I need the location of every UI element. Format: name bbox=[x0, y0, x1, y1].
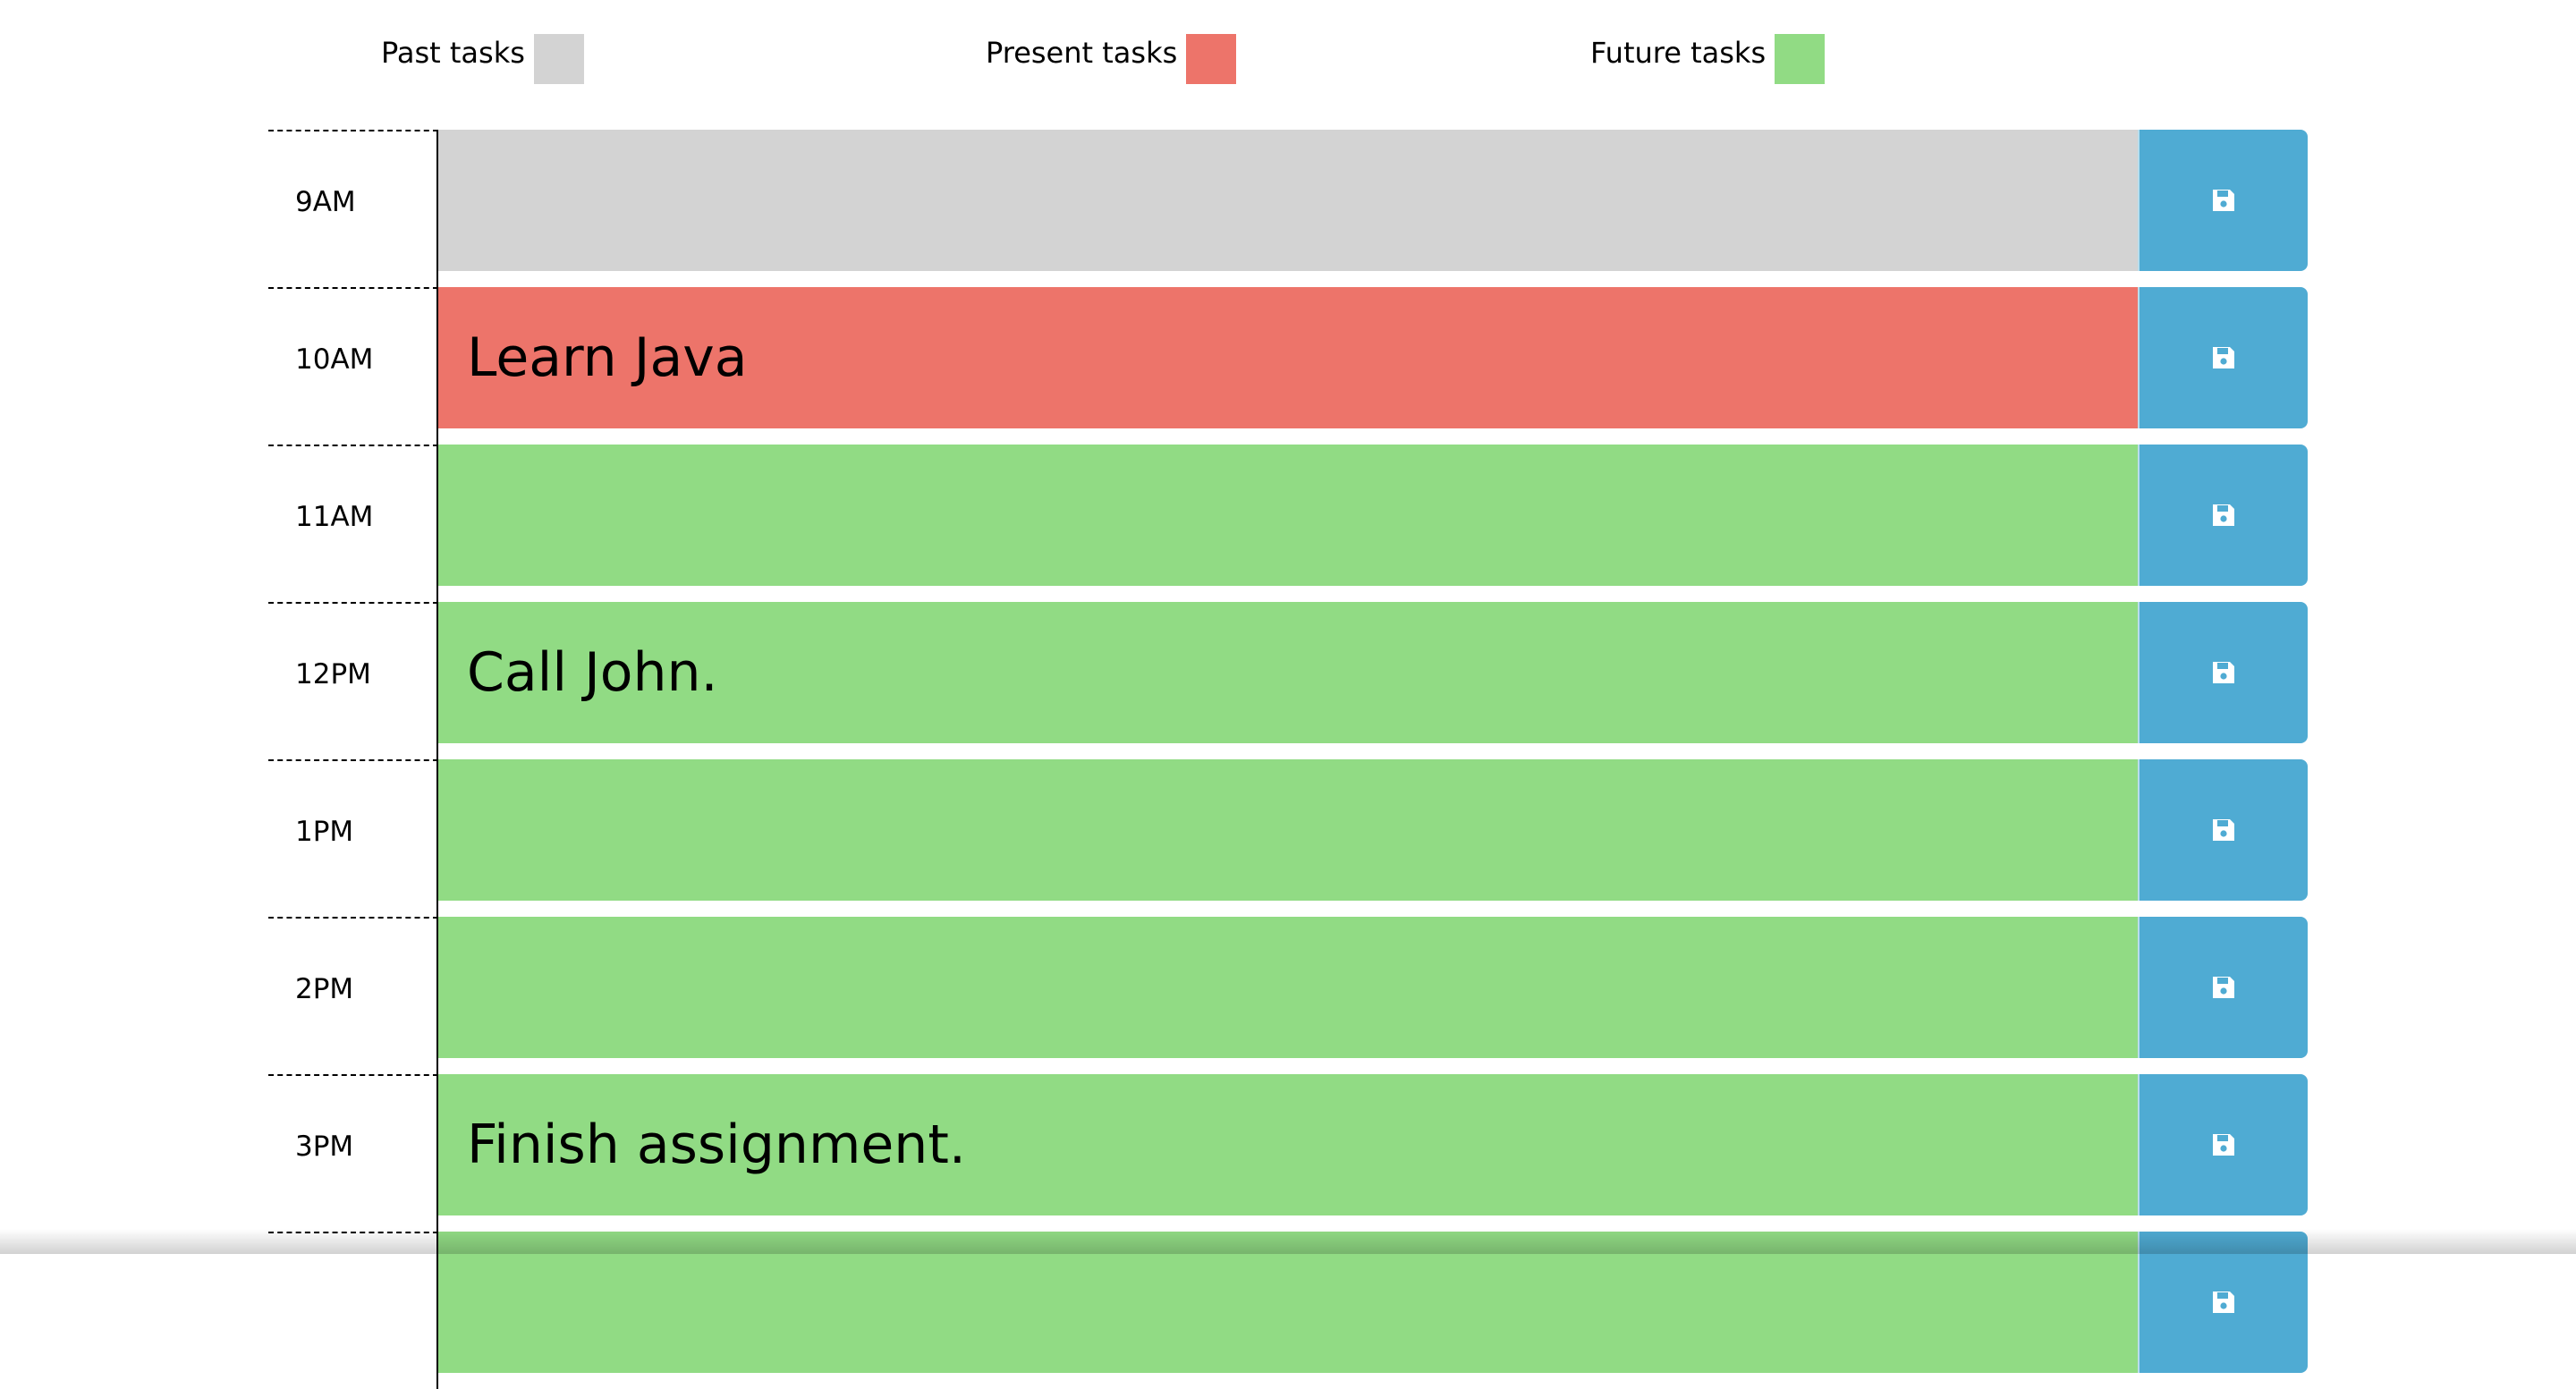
floppy-disk-icon bbox=[2213, 1292, 2234, 1313]
save-button[interactable] bbox=[2138, 130, 2308, 271]
legend-past: Past tasks bbox=[381, 34, 584, 84]
save-button[interactable] bbox=[2138, 1232, 2308, 1373]
hour-cell: 3PM bbox=[268, 1074, 438, 1232]
hour-cell: 1PM bbox=[268, 759, 438, 917]
time-block-row: 9AM bbox=[268, 130, 2308, 287]
task-textarea[interactable] bbox=[438, 1232, 2138, 1373]
time-block-row: 10AM Learn Java bbox=[268, 287, 2308, 445]
time-block-row: 12PM Call John. bbox=[268, 602, 2308, 759]
legend-present-label: Present tasks bbox=[986, 36, 1178, 70]
hour-cell: 11AM bbox=[268, 445, 438, 602]
save-button[interactable] bbox=[2138, 602, 2308, 743]
save-button[interactable] bbox=[2138, 445, 2308, 586]
day-planner: 9AM 10AM Learn Java 11AM 12PM Call John. 1PM 2P… bbox=[268, 130, 2308, 1389]
hour-label: 12PM bbox=[295, 658, 371, 690]
hour-cell bbox=[268, 1232, 438, 1389]
task-textarea[interactable]: Call John. bbox=[438, 602, 2138, 743]
save-button[interactable] bbox=[2138, 759, 2308, 901]
floppy-disk-icon bbox=[2213, 977, 2234, 998]
task-text: Learn Java bbox=[467, 326, 748, 389]
legend-past-label: Past tasks bbox=[381, 36, 525, 70]
hour-label: 11AM bbox=[295, 501, 374, 533]
floppy-disk-icon bbox=[2213, 662, 2234, 683]
task-textarea[interactable] bbox=[438, 759, 2138, 901]
hour-cell: 10AM bbox=[268, 287, 438, 445]
legend-present-swatch bbox=[1186, 34, 1237, 84]
task-textarea[interactable]: Finish assignment. bbox=[438, 1074, 2138, 1215]
floppy-disk-icon bbox=[2213, 190, 2234, 211]
task-text: Finish assignment. bbox=[467, 1114, 966, 1176]
task-textarea[interactable] bbox=[438, 445, 2138, 586]
save-button[interactable] bbox=[2138, 287, 2308, 428]
floppy-disk-icon bbox=[2213, 1134, 2234, 1156]
task-text: Call John. bbox=[467, 641, 718, 704]
hour-label: 10AM bbox=[295, 343, 374, 376]
floppy-disk-icon bbox=[2213, 819, 2234, 841]
time-block-row: 11AM bbox=[268, 445, 2308, 602]
hour-label: 2PM bbox=[295, 973, 354, 1005]
legend-past-swatch bbox=[533, 34, 584, 84]
time-block-row bbox=[268, 1232, 2308, 1389]
time-block-row: 3PM Finish assignment. bbox=[268, 1074, 2308, 1232]
floppy-disk-icon bbox=[2213, 347, 2234, 368]
task-textarea[interactable] bbox=[438, 130, 2138, 271]
save-button[interactable] bbox=[2138, 1074, 2308, 1215]
save-button[interactable] bbox=[2138, 917, 2308, 1058]
task-textarea[interactable]: Learn Java bbox=[438, 287, 2138, 428]
hour-cell: 9AM bbox=[268, 130, 438, 287]
task-textarea[interactable] bbox=[438, 917, 2138, 1058]
legend-future: Future tasks bbox=[1590, 34, 1826, 84]
hour-cell: 12PM bbox=[268, 602, 438, 759]
time-block-row: 1PM bbox=[268, 759, 2308, 917]
floppy-disk-icon bbox=[2213, 504, 2234, 526]
legend-future-label: Future tasks bbox=[1590, 36, 1767, 70]
hour-label: 1PM bbox=[295, 816, 354, 848]
legend-future-swatch bbox=[1775, 34, 1826, 84]
hour-label: 3PM bbox=[295, 1131, 354, 1163]
hour-cell: 2PM bbox=[268, 917, 438, 1074]
time-block-row: 2PM bbox=[268, 917, 2308, 1074]
legend-present: Present tasks bbox=[986, 34, 1237, 84]
hour-label: 9AM bbox=[295, 186, 356, 218]
